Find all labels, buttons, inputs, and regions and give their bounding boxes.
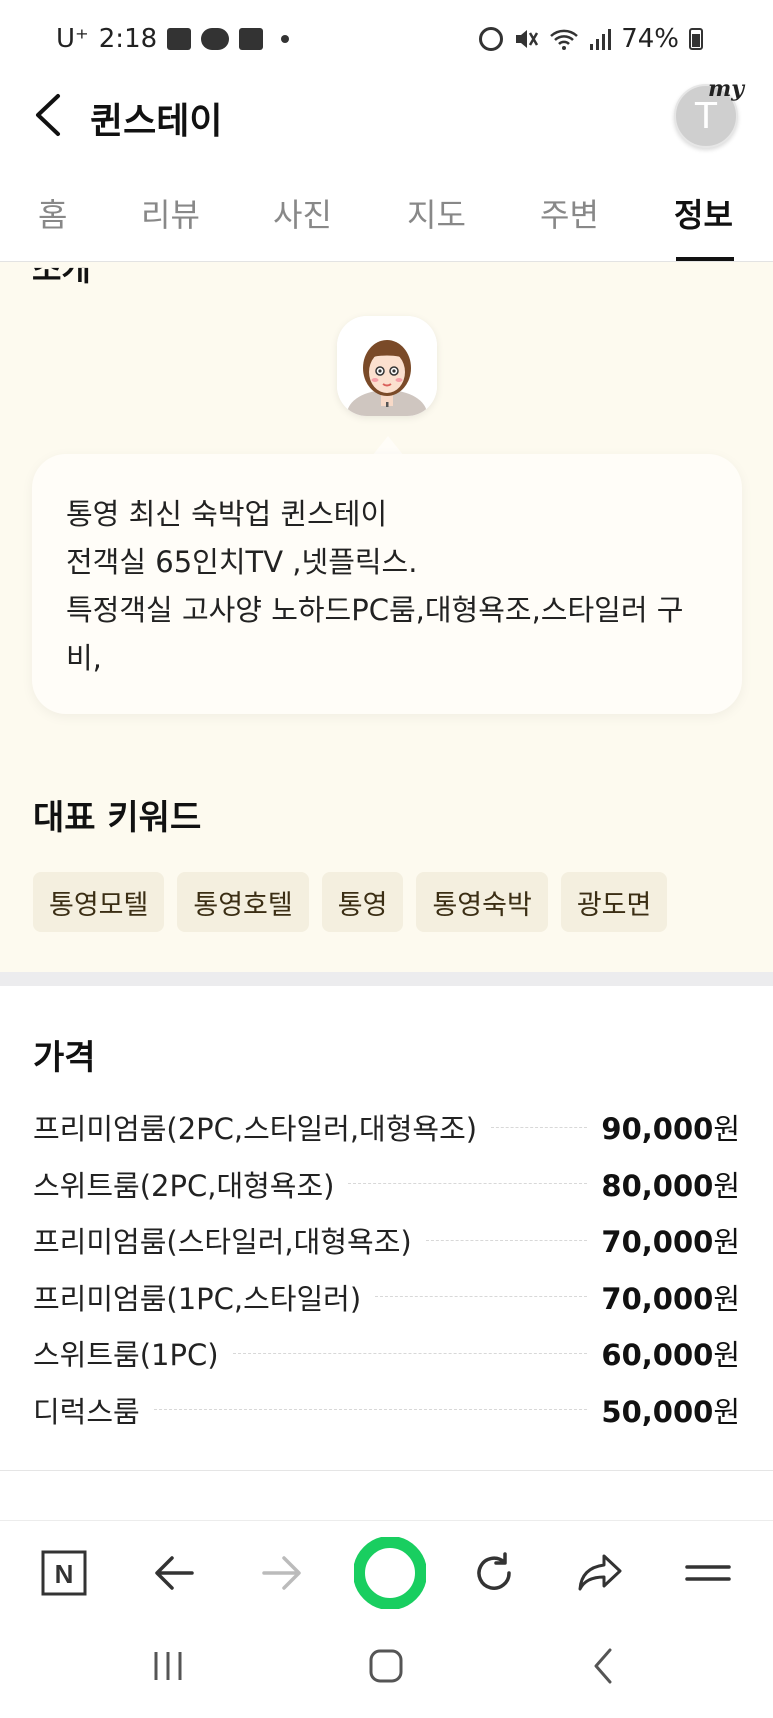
room-price: 90,000원 xyxy=(601,1112,740,1147)
intro-line: 통영 최신 숙박업 퀸스테이 xyxy=(66,497,388,531)
clock: 2:18 xyxy=(98,24,158,54)
wifi-icon xyxy=(550,29,579,50)
intro-line: 특정객실 고사양 노하드PC룸,대형욕조,스타일러 구 xyxy=(66,593,684,627)
profile-avatar-button[interactable]: T my xyxy=(674,76,744,154)
intro-line: 전객실 65인치TV ,넷플릭스. xyxy=(66,545,418,579)
back-arrow-icon[interactable] xyxy=(146,1545,202,1601)
price-row: 프리미엄룸(1PC,스타일러) 70,000원 xyxy=(33,1269,740,1326)
room-name: 프리미엄룸(스타일러,대형욕조) xyxy=(33,1225,412,1260)
battery-icon xyxy=(689,28,703,50)
status-bar: U⁺ 2:18 74% xyxy=(0,0,773,78)
menu-icon[interactable] xyxy=(680,1545,736,1601)
talk-notification-icon xyxy=(201,28,230,50)
battery-percent: 74% xyxy=(621,24,679,54)
room-name: 프리미엄룸(2PC,스타일러,대형욕조) xyxy=(33,1112,478,1147)
tab-info[interactable]: 정보 xyxy=(674,190,733,236)
price-row: 스위트룸(1PC) 60,000원 xyxy=(33,1325,740,1382)
room-name: 프리미엄룸(1PC,스타일러) xyxy=(33,1281,362,1316)
room-name: 스위트룸(1PC) xyxy=(33,1338,219,1373)
green-dot-icon[interactable] xyxy=(354,1537,426,1609)
forward-arrow-icon[interactable] xyxy=(254,1545,310,1601)
page-title: 퀸스테이 xyxy=(90,101,223,142)
status-right: 74% xyxy=(479,24,703,54)
section-divider xyxy=(0,972,773,986)
system-back-icon[interactable] xyxy=(584,1646,624,1686)
host-profile-illustration xyxy=(337,316,437,416)
speech-bubble-tail xyxy=(372,436,404,456)
keyword-chip[interactable]: 통영모텔 xyxy=(33,872,165,932)
share-icon[interactable] xyxy=(572,1545,628,1601)
tab-map[interactable]: 지도 xyxy=(407,190,466,236)
intro-heading: 소개 xyxy=(32,262,91,288)
keyword-chip[interactable]: 통영 xyxy=(321,872,404,932)
leader-dots xyxy=(232,1352,588,1354)
leader-dots xyxy=(425,1239,588,1241)
room-name: 디럭스룸 xyxy=(33,1394,140,1429)
browser-toolbar: N xyxy=(0,1520,773,1624)
status-left: U⁺ 2:18 xyxy=(56,24,290,54)
intro-section: 소개 통영 최신 숙박업 퀸스테이 전객실 65인치TV ,넷플릭스. 특정객실… xyxy=(0,262,773,972)
signal-icon xyxy=(590,29,612,50)
host-character-icon xyxy=(337,316,437,416)
calendar-notification-icon xyxy=(239,28,264,50)
price-row: 디럭스룸 50,000원 xyxy=(33,1382,740,1439)
keywords-title: 대표 키워드 xyxy=(33,798,202,838)
tab-photos[interactable]: 사진 xyxy=(273,190,332,236)
room-price: 70,000원 xyxy=(601,1281,740,1316)
system-navigation-bar xyxy=(0,1624,773,1718)
back-chevron-icon[interactable] xyxy=(30,92,66,138)
keyword-chip[interactable]: 통영호텔 xyxy=(177,872,309,932)
active-tab-indicator xyxy=(676,257,734,261)
section-divider-thin xyxy=(0,1470,773,1471)
recent-apps-icon[interactable] xyxy=(148,1646,188,1686)
mute-icon xyxy=(516,30,539,48)
keyword-list: 통영모텔 통영호텔 통영 통영숙박 광도면 xyxy=(33,872,668,932)
n-logo-text: N xyxy=(55,1559,74,1589)
tab-nearby[interactable]: 주변 xyxy=(540,190,599,236)
price-title: 가격 xyxy=(33,1038,96,1078)
leader-dots xyxy=(153,1409,588,1411)
my-badge: my xyxy=(708,76,745,102)
tab-home[interactable]: 홈 xyxy=(38,190,67,236)
tab-reviews[interactable]: 리뷰 xyxy=(141,190,200,236)
room-price: 50,000원 xyxy=(601,1394,740,1429)
home-icon[interactable] xyxy=(366,1646,406,1686)
leader-dots xyxy=(375,1296,588,1298)
room-price: 80,000원 xyxy=(601,1168,740,1203)
room-price: 70,000원 xyxy=(601,1225,740,1260)
more-notifications-dot-icon xyxy=(281,35,290,43)
alarm-icon xyxy=(479,27,504,51)
price-list: 프리미엄룸(2PC,스타일러,대형욕조) 90,000원 스위트룸(2PC,대형… xyxy=(33,1099,740,1438)
price-row: 프리미엄룸(2PC,스타일러,대형욕조) 90,000원 xyxy=(33,1099,740,1156)
keyword-chip[interactable]: 통영숙박 xyxy=(416,872,548,932)
room-price: 60,000원 xyxy=(601,1338,740,1373)
leader-dots xyxy=(491,1126,588,1128)
price-row: 스위트룸(2PC,대형욕조) 80,000원 xyxy=(33,1156,740,1213)
intro-line: 비, xyxy=(66,641,102,675)
gallery-notification-icon xyxy=(167,28,192,50)
keyword-chip[interactable]: 광도면 xyxy=(560,872,668,932)
refresh-icon[interactable] xyxy=(466,1545,522,1601)
leader-dots xyxy=(348,1183,588,1185)
tab-bar: 홈 리뷰 사진 지도 주변 정보 xyxy=(0,172,773,262)
naver-home-icon[interactable]: N xyxy=(36,1545,92,1601)
carrier-label: U⁺ xyxy=(56,24,89,54)
price-row: 프리미엄룸(스타일러,대형욕조) 70,000원 xyxy=(33,1212,740,1269)
intro-speech-bubble: 통영 최신 숙박업 퀸스테이 전객실 65인치TV ,넷플릭스. 특정객실 고사… xyxy=(32,454,742,714)
room-name: 스위트룸(2PC,대형욕조) xyxy=(33,1168,335,1203)
